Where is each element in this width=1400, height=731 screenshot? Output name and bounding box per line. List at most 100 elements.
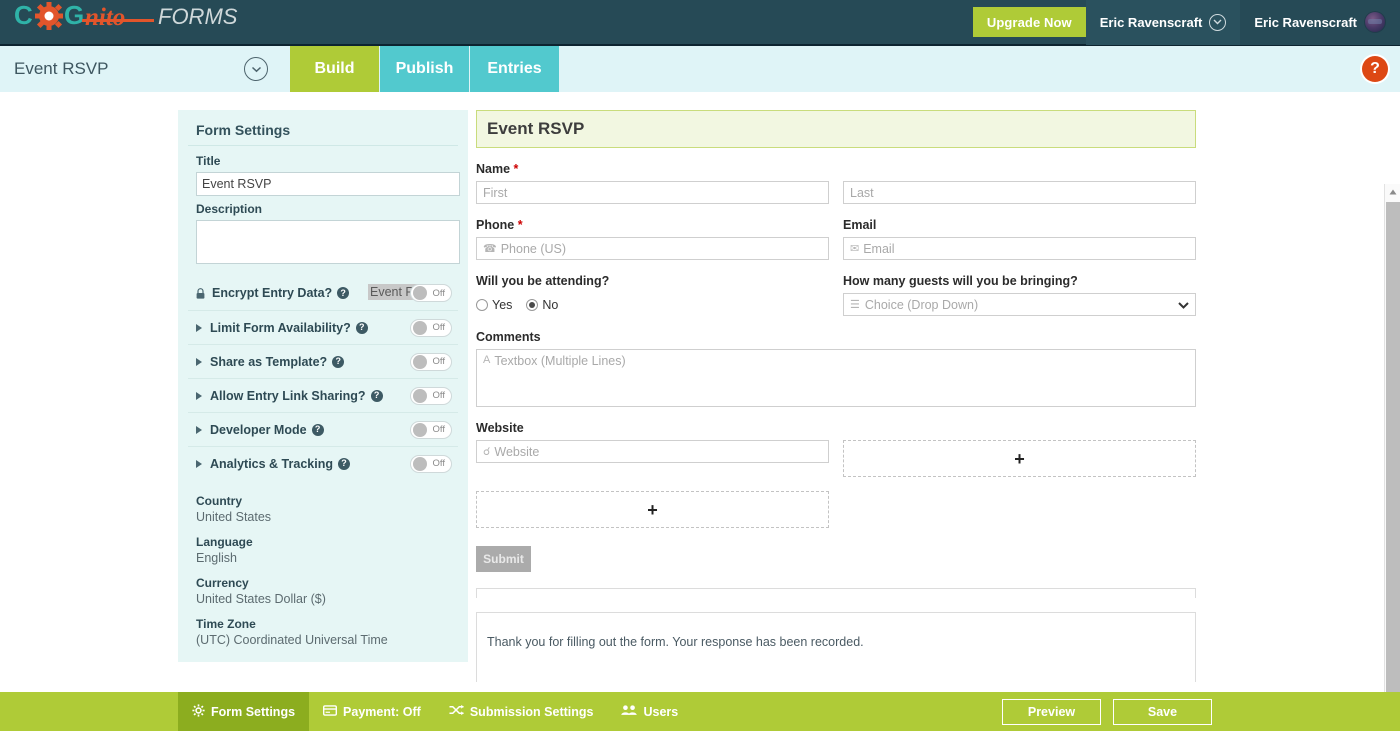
scroll-up-arrow-icon[interactable] [1385,184,1400,200]
setting-label: Developer Mode [210,422,307,437]
attending-radio-group: Yes No [476,293,829,316]
placeholder-text: Choice (Drop Down) [864,297,979,312]
radio-label: No [542,297,559,312]
phone-input[interactable]: ☎ Phone (US) [476,237,829,260]
required-marker: * [513,162,519,176]
radio-option-yes[interactable]: Yes [476,298,512,312]
field-label-phone: Phone * [476,218,829,232]
submit-button[interactable]: Submit [476,546,531,572]
add-field-slot-left-wrap: + [476,491,829,528]
chevron-down-icon [1209,13,1227,31]
field-label-email: Email [843,218,877,232]
field-label-name: Name * [476,162,829,176]
help-icon[interactable]: ? [337,457,350,470]
toggle-switch[interactable]: Off [410,352,452,371]
setting-row-share-as-template[interactable]: Share as Template? ? Off [188,344,458,378]
tab-entries[interactable]: Entries [470,46,560,92]
toggle-knob [413,320,427,335]
setting-label: Share as Template? [210,354,328,369]
form-title-header[interactable]: Event RSVP [476,110,1196,148]
tab-build[interactable]: Build [290,46,380,92]
users-icon [621,704,638,719]
website-input[interactable]: ☌ Website [476,440,829,463]
user-menu[interactable]: Eric Ravenscraft [1240,0,1400,45]
preview-button[interactable]: Preview [1002,698,1101,725]
field-phone[interactable]: Phone * ☎ Phone (US) [476,218,829,260]
svg-text:G: G [64,0,84,30]
field-row-add-left: + [476,491,1196,528]
setting-row-encrypt-entry-data[interactable]: Encrypt Entry Data? ? Off [188,276,458,310]
toggle-switch[interactable]: Off [410,284,452,302]
toggle-switch[interactable]: Off [410,386,452,405]
upgrade-now-button[interactable]: Upgrade Now [972,7,1086,37]
toggle-switch[interactable]: Off [410,420,452,439]
email-input[interactable]: ✉ Email [843,237,1196,260]
info-label-currency: Currency [196,576,249,590]
radio-dot-selected-icon [526,298,539,311]
toolbar-action-group: Preview Save [1002,692,1400,731]
toolbar-item-users[interactable]: Users [607,692,692,731]
cognito-forms-logo[interactable]: C G nito FORMS [14,0,254,45]
toggle-state-label: Off [432,356,446,367]
info-label-timezone: Time Zone [196,617,256,631]
add-field-button-left[interactable]: + [476,491,829,528]
form-name-area: Event RSVP [0,46,290,92]
plus-icon: + [647,499,658,520]
setting-row-limit-form-availability[interactable]: Limit Form Availability? ? Off [188,310,458,344]
toolbar-label: Users [643,704,679,719]
first-name-input[interactable]: First [476,181,829,204]
tab-publish[interactable]: Publish [380,46,470,92]
page-scrollbar[interactable] [1384,184,1400,731]
toolbar-item-submission-settings[interactable]: Submission Settings [435,692,608,731]
toggle-knob [413,456,427,471]
toolbar-item-form-settings[interactable]: Form Settings [178,692,310,731]
form-menu-chevron-down-icon[interactable] [244,57,268,81]
form-tab-bar: Event RSVP Build Publish Entries ? [0,46,1400,92]
setting-row-developer-mode[interactable]: Developer Mode ? Off [188,412,458,446]
last-name-input[interactable]: Last [843,181,1196,204]
help-icon[interactable]: ? [1362,56,1388,82]
field-comments[interactable]: Comments A Textbox (Multiple Lines) [476,330,1196,407]
toggle-switch[interactable]: Off [410,454,452,473]
add-field-slot-right-wrap: + [843,421,1196,477]
placeholder-text: Website [494,444,540,459]
field-email[interactable]: Email ✉ Email [843,218,1196,260]
field-label-attending: Will you be attending? [476,274,610,288]
description-textarea[interactable] [196,220,460,264]
setting-row-analytics-tracking[interactable]: Analytics & Tracking ? Off [188,446,458,480]
save-button[interactable]: Save [1113,698,1212,725]
radio-option-no[interactable]: No [526,298,558,312]
help-icon[interactable]: ? [370,389,383,402]
field-website[interactable]: Website ☌ Website [476,421,829,477]
toggle-state-label: Off [432,287,446,299]
avatar [1364,11,1386,33]
field-name-last[interactable]: Last [843,162,1196,204]
toolbar-item-payment[interactable]: Payment: Off [309,692,435,731]
app-root: C G nito FORMS Upgrade Now Eric Ravenscr… [0,0,1400,731]
toolbar-left-spacer [0,692,178,731]
title-field-label: Title [196,154,221,168]
list-icon: ☰ [850,299,860,311]
placeholder-text: Last [850,185,874,200]
help-icon[interactable]: ? [311,423,324,436]
confirmation-section[interactable]: Thank you for filling out the form. Your… [476,612,1196,682]
field-name[interactable]: Name * First [476,162,829,204]
add-field-button-right[interactable]: + [843,440,1196,477]
account-menu[interactable]: Eric Ravenscraft [1085,0,1241,45]
guests-dropdown[interactable]: ☰ Choice (Drop Down) [843,293,1196,316]
field-attending[interactable]: Will you be attending? Yes No [476,274,829,316]
placeholder-text: Email [863,241,895,256]
toggle-switch[interactable]: Off [410,318,452,337]
help-icon[interactable]: ? [337,287,350,299]
link-icon: ☌ [483,446,491,458]
info-label-language: Language [196,535,253,549]
field-guests[interactable]: How many guests will you be bringing? ☰ … [843,274,1196,316]
placeholder-text: Textbox (Multiple Lines) [494,354,626,368]
help-icon[interactable]: ? [355,321,368,334]
comments-textarea[interactable]: A Textbox (Multiple Lines) [476,349,1196,407]
help-icon[interactable]: ? [332,355,345,368]
account-name-label: Eric Ravenscraft [1099,14,1203,30]
title-input[interactable] [196,172,460,196]
setting-row-allow-entry-link-sharing[interactable]: Allow Entry Link Sharing? ? Off [188,378,458,412]
scrollbar-thumb[interactable] [1386,202,1400,731]
